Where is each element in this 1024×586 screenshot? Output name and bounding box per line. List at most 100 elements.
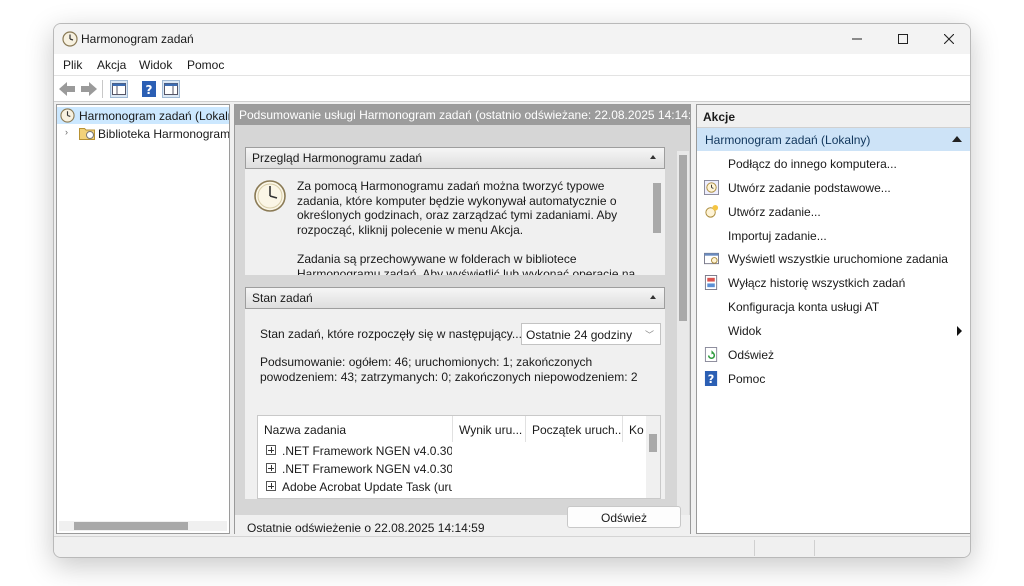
- maximize-icon: [898, 34, 908, 44]
- arrow-left-icon: [59, 82, 75, 96]
- action-help[interactable]: ? Pomoc: [697, 368, 970, 390]
- collapse-caret-icon[interactable]: [952, 136, 962, 142]
- column-header-start[interactable]: Początek uruch...: [526, 416, 623, 442]
- menu-akcja[interactable]: Akcja: [97, 58, 126, 72]
- collapse-caret-icon[interactable]: [650, 295, 656, 299]
- menu-plik[interactable]: Plik: [63, 58, 82, 72]
- center-pane: Podsumowanie usługi Harmonogram zadań (o…: [234, 104, 691, 535]
- tree-item-library-label: Biblioteka Harmonogramu zadań: [98, 127, 229, 141]
- action-view[interactable]: Widok: [697, 320, 970, 342]
- status-summary: Podsumowanie: ogółem: 46; uruchomionych:…: [260, 355, 638, 384]
- table-row[interactable]: Adobe Acrobat Update Task (uru...: [258, 478, 648, 496]
- close-button[interactable]: [926, 24, 970, 54]
- svg-text:?: ?: [146, 83, 153, 97]
- status-bar: [54, 536, 970, 557]
- action-refresh[interactable]: Odśwież: [697, 344, 970, 366]
- horizontal-scrollbar[interactable]: [59, 521, 227, 531]
- center-pane-header: Podsumowanie usługi Harmonogram zadań (o…: [235, 105, 690, 125]
- title-bar[interactable]: Harmonogram zadań: [54, 24, 970, 54]
- action-connect[interactable]: Podłącz do innego komputera...: [697, 153, 970, 175]
- show-hide-tree-button[interactable]: [110, 80, 128, 98]
- table-row[interactable]: .NET Framework NGEN v4.0.3031...: [258, 442, 648, 460]
- menu-bar: Plik Akcja Widok Pomoc: [54, 54, 970, 76]
- clock-icon: [62, 31, 78, 47]
- app-window: Harmonogram zadań Plik Akcja Widok Pomoc…: [53, 23, 971, 558]
- toolbar: ?: [54, 76, 970, 102]
- overview-section-header[interactable]: Przegląd Harmonogramu zadań: [245, 147, 665, 169]
- column-header-result[interactable]: Wynik uru...: [453, 416, 526, 442]
- submenu-arrow-icon: [957, 326, 962, 336]
- action-label: Utwórz zadanie...: [728, 205, 821, 219]
- status-section-header[interactable]: Stan zadań: [245, 287, 665, 309]
- scrollbar-thumb[interactable]: [679, 155, 687, 321]
- folder-clock-icon: [79, 128, 95, 140]
- action-create-basic-task[interactable]: Utwórz zadanie podstawowe...: [697, 177, 970, 199]
- clock-icon: [60, 108, 75, 123]
- center-pane-body: Przegląd Harmonogramu zadań Za pomocą Ha…: [235, 125, 690, 535]
- action-show-running-tasks[interactable]: Wyświetl wszystkie uruchomione zadania: [697, 248, 970, 270]
- vertical-scrollbar[interactable]: [677, 151, 689, 517]
- task-name: .NET Framework NGEN v4.0.3031...: [282, 444, 452, 458]
- arrow-right-icon: [81, 82, 97, 96]
- history-icon: [704, 275, 718, 290]
- actions-pane: Akcje Harmonogram zadań (Lokalny) Podłąc…: [696, 104, 970, 534]
- time-range-select[interactable]: Ostatnie 24 godziny ﹀: [521, 323, 661, 345]
- collapse-caret-icon[interactable]: [650, 155, 656, 159]
- help-toolbar-button[interactable]: ?: [140, 80, 158, 98]
- action-label: Importuj zadanie...: [728, 229, 827, 243]
- minimize-icon: [852, 38, 862, 40]
- clock-icon: [254, 180, 286, 212]
- expand-plus-icon[interactable]: [266, 445, 276, 455]
- expand-plus-icon[interactable]: [266, 463, 276, 473]
- help-icon: ?: [142, 81, 156, 97]
- action-create-task[interactable]: Utwórz zadanie...: [697, 201, 970, 223]
- action-disable-history[interactable]: Wyłącz historię wszystkich zadań: [697, 272, 970, 294]
- refresh-button[interactable]: Odśwież: [567, 506, 681, 528]
- actions-group-label: Harmonogram zadań (Lokalny): [705, 133, 871, 147]
- clock-wizard-icon: [704, 180, 719, 195]
- action-label: Wyłącz historię wszystkich zadań: [728, 276, 906, 290]
- task-name: Adobe Acrobat Update Task (uru...: [282, 480, 452, 494]
- maximize-button[interactable]: [880, 24, 926, 54]
- column-header-name[interactable]: Nazwa zadania: [258, 416, 453, 442]
- tree-item-library[interactable]: › Biblioteka Harmonogramu zadań: [57, 125, 229, 142]
- table-scrollbar[interactable]: [646, 416, 660, 498]
- forward-button[interactable]: [80, 80, 98, 98]
- tree-item-root-label: Harmonogram zadań (Lokalny): [79, 109, 229, 123]
- action-label: Konfiguracja konta usługi AT: [728, 300, 880, 314]
- running-tasks-icon: [704, 252, 719, 265]
- action-pane-icon: [164, 83, 178, 95]
- overview-paragraph-2: Zadania są przechowywane w folderach w b…: [297, 252, 636, 275]
- overview-content: Za pomocą Harmonogramu zadań można tworz…: [245, 169, 665, 275]
- new-task-icon: [705, 204, 719, 218]
- menu-widok[interactable]: Widok: [139, 58, 172, 72]
- show-hide-action-pane-button[interactable]: [162, 80, 180, 98]
- refresh-icon: [704, 347, 718, 362]
- table-row[interactable]: .NET Framework NGEN v4.0.3031...: [258, 460, 648, 478]
- tree-item-root[interactable]: Harmonogram zadań (Lokalny): [57, 107, 229, 124]
- menu-pomoc[interactable]: Pomoc: [187, 58, 224, 72]
- action-label: Widok: [728, 324, 762, 338]
- last-refresh-text: Ostatnie odświeżenie o 22.08.2025 14:14:…: [247, 521, 485, 535]
- action-label: Odśwież: [728, 348, 775, 362]
- minimize-button[interactable]: [834, 24, 880, 54]
- status-section-title: Stan zadań: [252, 291, 313, 305]
- action-at-service-account[interactable]: Konfiguracja konta usługi AT: [697, 296, 970, 318]
- actions-group-header[interactable]: Harmonogram zadań (Lokalny): [697, 128, 970, 151]
- time-range-value: Ostatnie 24 godziny: [526, 328, 633, 342]
- scrollbar-thumb[interactable]: [74, 522, 188, 530]
- column-header-end[interactable]: Ko: [623, 416, 648, 442]
- overview-section-title: Przegląd Harmonogramu zadań: [252, 151, 423, 165]
- back-button[interactable]: [58, 80, 76, 98]
- action-import-task[interactable]: Importuj zadanie...: [697, 225, 970, 247]
- overview-scrollbar-thumb[interactable]: [653, 183, 661, 233]
- help-icon: ?: [704, 371, 718, 386]
- console-tree-icon: [112, 83, 126, 95]
- actions-title: Akcje: [697, 105, 970, 128]
- close-icon: [944, 34, 954, 44]
- window-title: Harmonogram zadań: [81, 32, 194, 46]
- scrollbar-thumb[interactable]: [649, 434, 657, 452]
- expand-chevron-icon[interactable]: ›: [65, 127, 68, 137]
- expand-plus-icon[interactable]: [266, 481, 276, 491]
- svg-text:?: ?: [708, 373, 715, 386]
